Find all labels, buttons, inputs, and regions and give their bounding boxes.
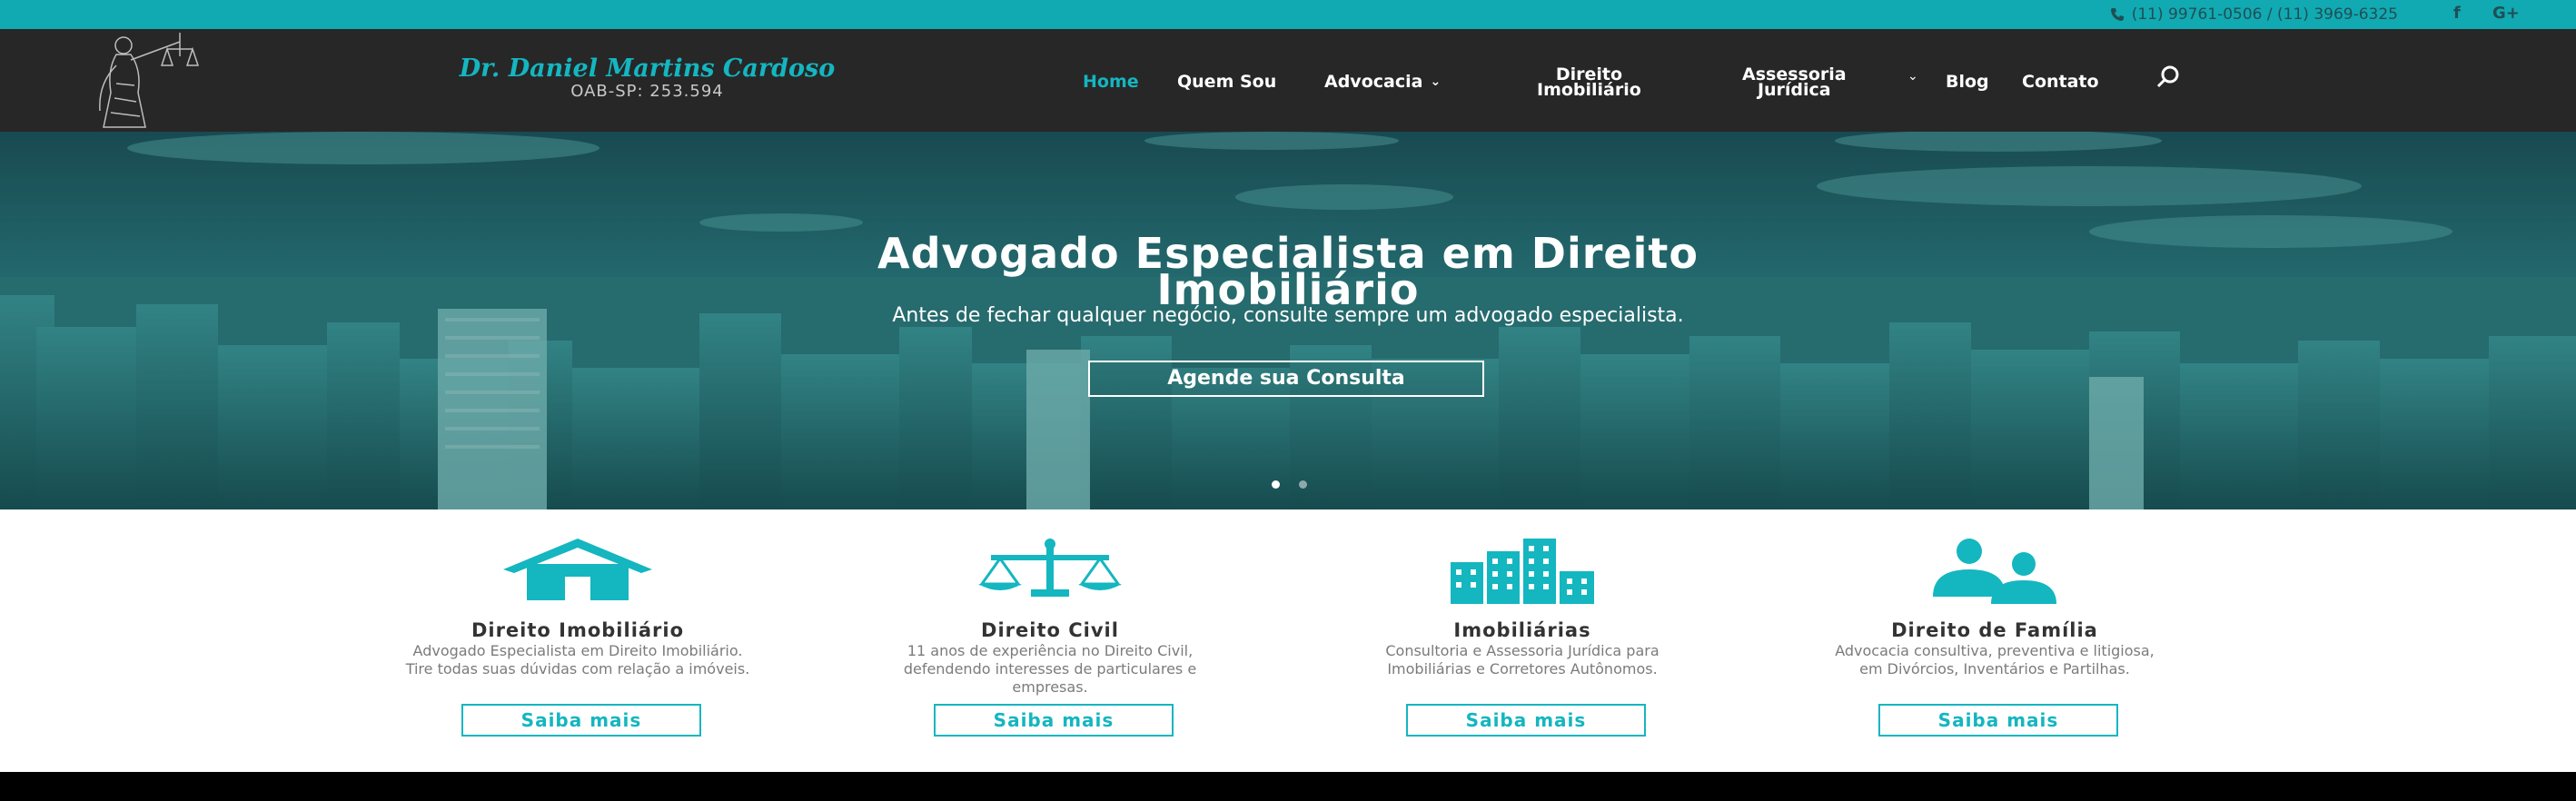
google-plus-icon[interactable]: G+ (2492, 4, 2520, 23)
main-nav: Home Quem Sou Advocacia ⌄ Direito Imobili… (0, 29, 2576, 132)
schedule-consultation-button[interactable]: Agende sua Consulta (1088, 361, 1484, 397)
house-icon (503, 539, 652, 600)
chevron-down-icon: ⌄ (1430, 74, 1442, 89)
hero-title-line-2: Imobiliário (1156, 265, 1420, 314)
nav-direito-imobiliario-label: Direito Imobiliário (1537, 64, 1641, 100)
nav-advocacia[interactable]: Advocacia ⌄ (1324, 72, 1442, 92)
slider-dot-1[interactable] (1272, 480, 1280, 489)
services-section: Direito Imobiliário Advogado Especialist… (0, 509, 2576, 772)
nav-home-label: Home (1083, 72, 1139, 92)
nav-quem-sou-label: Quem Sou (1177, 72, 1277, 92)
hero-subtitle: Antes de fechar qualquer negócio, consul… (892, 304, 1684, 327)
phone-numbers-text: (11) 99761-0506 / (11) 3969-6325 (2131, 5, 2398, 24)
top-bar: (11) 99761-0506 / (11) 3969-6325 f G+ (0, 0, 2576, 29)
service-description: Consultoria e Assessoria Jurídica para I… (1385, 642, 1660, 677)
service-description: Advogado Especialista em Direito Imobili… (405, 642, 750, 677)
scales-icon (978, 539, 1122, 597)
chevron-down-icon[interactable]: ⌄ (1907, 69, 1918, 84)
buildings-icon (1451, 539, 1594, 604)
service-description: 11 anos de experiência no Direito Civil,… (903, 642, 1197, 696)
service-title: Direito Civil (981, 619, 1119, 641)
nav-assessoria-juridica-label: Assessoria Jurídica (1742, 64, 1847, 100)
phone-numbers[interactable]: (11) 99761-0506 / (11) 3969-6325 (2110, 5, 2398, 24)
service-card-imobiliarias: Imobiliárias Consultoria e Assessoria Ju… (1332, 509, 1713, 772)
footer-bar (0, 772, 2576, 801)
nav-home[interactable]: Home (1083, 72, 1139, 92)
family-icon (1933, 539, 2056, 604)
saiba-mais-button[interactable]: Saiba mais (1878, 704, 2118, 737)
service-card-direito-imobiliario: Direito Imobiliário Advogado Especialist… (387, 509, 768, 772)
saiba-mais-button[interactable]: Saiba mais (1406, 704, 1646, 737)
nav-contato[interactable]: Contato (2022, 72, 2099, 92)
phone-icon (2110, 8, 2124, 21)
service-card-direito-civil: Direito Civil 11 anos de experiência no … (859, 509, 1241, 772)
saiba-mais-button[interactable]: Saiba mais (461, 704, 701, 737)
nav-blog[interactable]: Blog (1946, 72, 1989, 92)
nav-contato-label: Contato (2022, 72, 2099, 92)
nav-quem-sou[interactable]: Quem Sou (1177, 72, 1277, 92)
facebook-icon[interactable]: f (2453, 4, 2461, 23)
saiba-mais-button[interactable]: Saiba mais (934, 704, 1174, 737)
nav-direito-imobiliario[interactable]: Direito Imobiliário (1537, 64, 1641, 100)
nav-advocacia-label: Advocacia (1324, 72, 1423, 92)
nav-assessoria-juridica[interactable]: Assessoria Jurídica (1742, 64, 1847, 100)
nav-blog-label: Blog (1946, 72, 1989, 92)
service-description: Advocacia consultiva, preventiva e litig… (1835, 642, 2155, 677)
hero-title: Advogado Especialista em Direito Imobili… (0, 232, 2576, 314)
slider-dot-2[interactable] (1299, 480, 1307, 489)
search-icon[interactable] (2155, 64, 2182, 91)
service-title: Direito Imobiliário (471, 619, 685, 641)
service-title: Direito de Família (1891, 619, 2098, 641)
service-title: Imobiliárias (1453, 619, 1591, 641)
hero-slider: Advogado Especialista em Direito Imobili… (0, 132, 2576, 509)
service-card-direito-de-familia: Direito de Família Advocacia consultiva,… (1804, 509, 2185, 772)
